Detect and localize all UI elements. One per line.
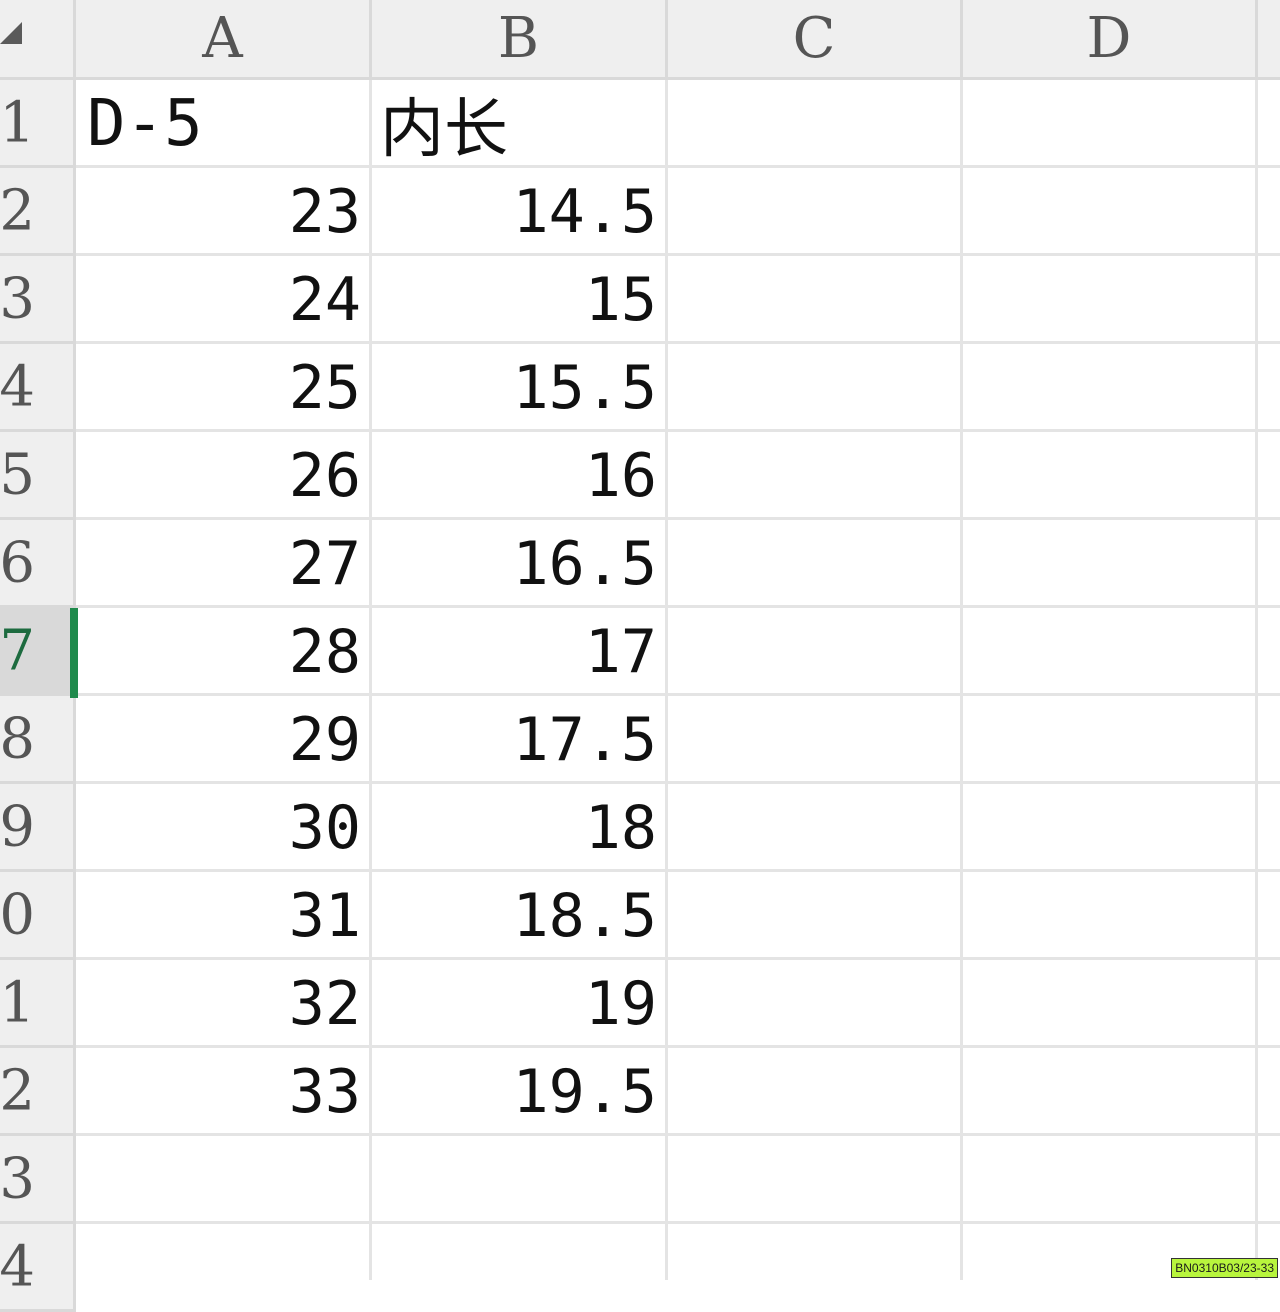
cell-b10[interactable]: 18.5 <box>372 872 665 960</box>
cell-a1[interactable]: D-5 <box>79 80 369 168</box>
cell-a3[interactable]: 24 <box>79 256 369 344</box>
cell-b9[interactable]: 18 <box>372 784 665 872</box>
row-header-11[interactable]: 11 <box>0 960 76 1048</box>
row-header-3[interactable]: 3 <box>0 256 76 344</box>
row-header-13[interactable]: 13 <box>0 1136 76 1224</box>
active-cell-indicator <box>70 608 78 698</box>
cell-b8[interactable]: 17.5 <box>372 696 665 784</box>
row-header-1[interactable]: 1 <box>0 80 76 168</box>
row-header-14[interactable]: 14 <box>0 1224 76 1312</box>
row-header-8[interactable]: 8 <box>0 696 76 784</box>
cell-b2[interactable]: 14.5 <box>372 168 665 256</box>
cell-b6[interactable]: 16.5 <box>372 520 665 608</box>
cell-b12[interactable]: 19.5 <box>372 1048 665 1136</box>
gridline <box>76 1221 1280 1224</box>
gridline <box>665 80 668 1280</box>
cell-a9[interactable]: 30 <box>79 784 369 872</box>
gridline <box>1255 80 1258 1280</box>
column-header-e[interactable] <box>1258 0 1280 80</box>
column-header-b[interactable]: B <box>372 0 668 80</box>
row-header-7[interactable]: 7 <box>0 608 76 696</box>
row-header-9[interactable]: 9 <box>0 784 76 872</box>
cell-b11[interactable]: 19 <box>372 960 665 1048</box>
cell-a2[interactable]: 23 <box>79 168 369 256</box>
cell-a5[interactable]: 26 <box>79 432 369 520</box>
cell-b7[interactable]: 17 <box>372 608 665 696</box>
cell-a4[interactable]: 25 <box>79 344 369 432</box>
cell-a6[interactable]: 27 <box>79 520 369 608</box>
cell-b3[interactable]: 15 <box>372 256 665 344</box>
column-header-d[interactable]: D <box>963 0 1258 80</box>
cell-b5[interactable]: 16 <box>372 432 665 520</box>
row-header-4[interactable]: 4 <box>0 344 76 432</box>
row-header-5[interactable]: 5 <box>0 432 76 520</box>
select-all-corner[interactable] <box>0 0 76 80</box>
column-header-c[interactable]: C <box>668 0 963 80</box>
column-header-a[interactable]: A <box>76 0 372 80</box>
cell-b4[interactable]: 15.5 <box>372 344 665 432</box>
row-header-2[interactable]: 2 <box>0 168 76 256</box>
row-header-12[interactable]: 12 <box>0 1048 76 1136</box>
cell-a11[interactable]: 32 <box>79 960 369 1048</box>
select-all-triangle-icon <box>0 22 22 44</box>
cell-b1[interactable]: 内长 <box>372 80 665 168</box>
cell-a12[interactable]: 33 <box>79 1048 369 1136</box>
cell-a10[interactable]: 31 <box>79 872 369 960</box>
image-id-watermark: BN0310B03/23-33 <box>1171 1258 1278 1278</box>
cell-a7[interactable]: 28 <box>79 608 369 696</box>
cell-a8[interactable]: 29 <box>79 696 369 784</box>
row-header-10[interactable]: 10 <box>0 872 76 960</box>
gridline <box>960 80 963 1280</box>
row-header-6[interactable]: 6 <box>0 520 76 608</box>
